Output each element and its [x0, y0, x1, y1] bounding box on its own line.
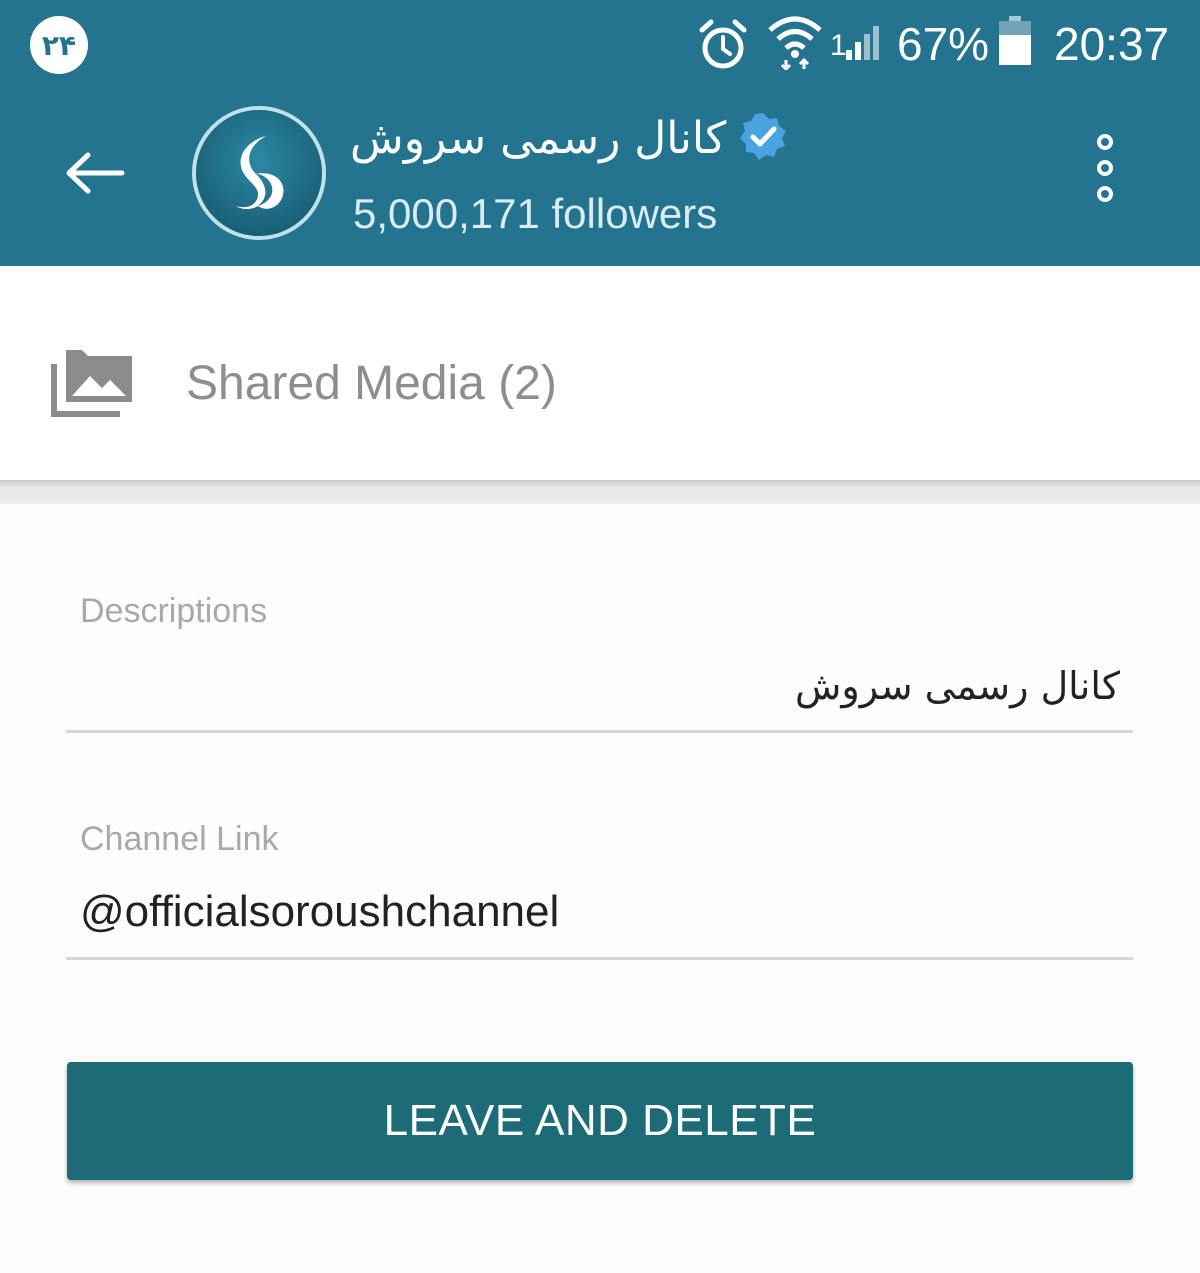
alarm-icon	[696, 18, 750, 77]
back-arrow-icon	[64, 151, 126, 200]
channel-link-underline	[66, 957, 1133, 960]
status-bar: ۲۴ 1 67% 20:37	[0, 0, 1200, 90]
channel-name: کانال رسمی سروش	[350, 112, 727, 164]
shared-media-row[interactable]: Shared Media (2)	[0, 266, 1200, 480]
leave-and-delete-button[interactable]: LEAVE AND DELETE	[67, 1062, 1133, 1180]
descriptions-label: Descriptions	[80, 592, 268, 630]
cell-signal-icon	[844, 24, 882, 65]
shared-media-label: Shared Media (2)	[186, 357, 557, 410]
toolbar: کانال رسمی سروش 5,000,171 followers	[0, 90, 1200, 266]
follower-count: 5,000,171 followers	[353, 190, 718, 237]
channel-avatar[interactable]	[192, 106, 326, 240]
clock-time: 20:37	[1054, 18, 1170, 70]
more-vert-icon	[1093, 132, 1117, 209]
photo-library-icon	[50, 350, 134, 423]
section-divider	[0, 480, 1200, 504]
verified-badge-icon	[738, 111, 788, 166]
more-options-button[interactable]	[1080, 130, 1130, 210]
channel-link-value[interactable]: @officialsoroushchannel	[80, 886, 559, 938]
channel-link-label: Channel Link	[80, 820, 279, 858]
back-button[interactable]	[50, 140, 140, 210]
descriptions-underline	[66, 730, 1133, 733]
battery-percent: 67%	[897, 18, 990, 70]
descriptions-value: کانال رسمی سروش	[795, 664, 1120, 708]
soroush-logo-icon	[196, 110, 322, 236]
battery-icon	[998, 16, 1032, 71]
notification-count-badge: ۲۴	[30, 16, 88, 74]
channel-title: کانال رسمی سروش	[350, 108, 788, 168]
app-header: ۲۴ 1 67% 20:37 کانال رسمی سروش 5,000,171…	[0, 0, 1200, 266]
wifi-icon	[766, 14, 824, 75]
